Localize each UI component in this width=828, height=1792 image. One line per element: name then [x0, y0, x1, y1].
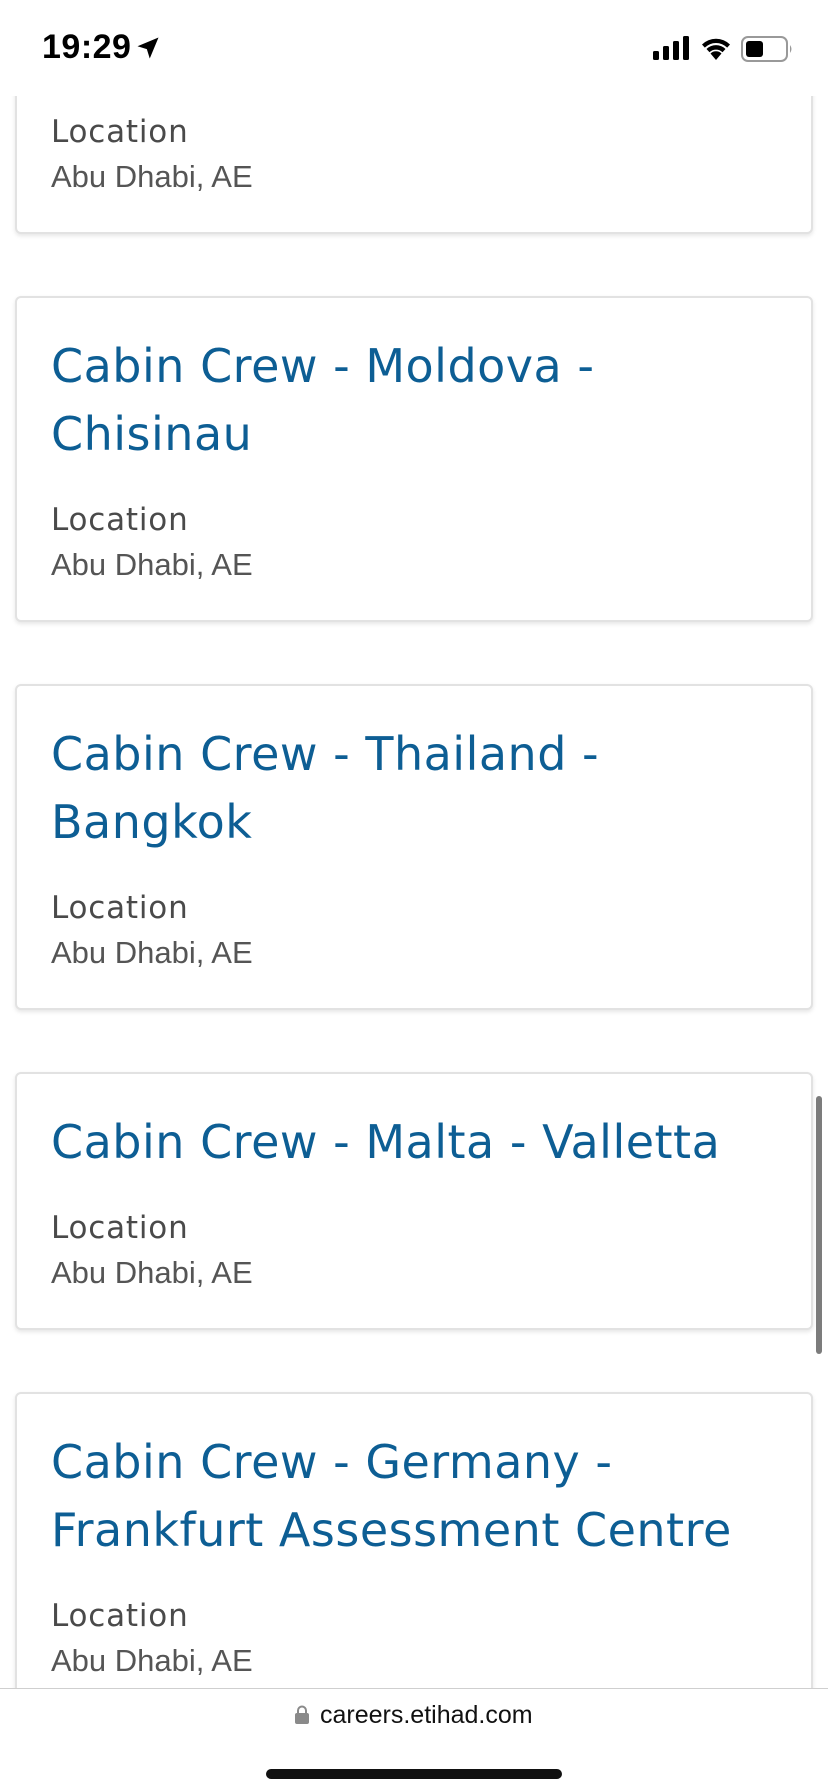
location-label: Location — [51, 1210, 189, 1246]
home-indicator[interactable] — [266, 1769, 562, 1779]
location-arrow-icon — [137, 37, 159, 59]
location-value: Abu Dhabi, AE — [51, 935, 253, 970]
scrollbar-thumb[interactable] — [816, 1096, 822, 1354]
status-bar: 19:29 — [0, 0, 828, 96]
location-label: Location — [51, 502, 189, 538]
job-card[interactable]: Cabin Crew - Malta - Valletta Location A… — [15, 1072, 813, 1330]
location-label: Location — [51, 890, 189, 926]
location-value: Abu Dhabi, AE — [51, 547, 253, 582]
phone-screen: Location Abu Dhabi, AE Cabin Crew - Mold… — [0, 0, 828, 1792]
location-value: Abu Dhabi, AE — [51, 1643, 253, 1678]
job-card[interactable]: Cabin Crew - Germany - Frankfurt Assessm… — [15, 1392, 813, 1688]
wifi-icon — [702, 38, 730, 60]
job-title-link[interactable]: Cabin Crew - Thailand - Bangkok — [51, 720, 751, 856]
url-text[interactable]: careers.etihad.com — [320, 1701, 533, 1730]
job-title-link[interactable]: Cabin Crew - Moldova - Chisinau — [51, 332, 751, 468]
status-time: 19:29 — [42, 28, 132, 66]
cellular-signal-icon — [653, 36, 689, 60]
location-label: Location — [51, 1598, 189, 1634]
job-title-link[interactable]: Cabin Crew - Germany - Frankfurt Assessm… — [51, 1428, 791, 1564]
location-value: Abu Dhabi, AE — [51, 1255, 253, 1290]
battery-icon — [741, 36, 792, 62]
job-list[interactable]: Location Abu Dhabi, AE Cabin Crew - Mold… — [0, 0, 828, 1688]
location-label: Location — [51, 114, 189, 150]
job-card[interactable]: Cabin Crew - Moldova - Chisinau Location… — [15, 296, 813, 622]
job-card[interactable]: Cabin Crew - Thailand - Bangkok Location… — [15, 684, 813, 1010]
location-value: Abu Dhabi, AE — [51, 159, 253, 194]
job-title-link[interactable]: Cabin Crew - Malta - Valletta — [51, 1108, 791, 1176]
browser-address-bar[interactable]: careers.etihad.com — [0, 1688, 828, 1792]
lock-icon — [295, 1705, 309, 1724]
